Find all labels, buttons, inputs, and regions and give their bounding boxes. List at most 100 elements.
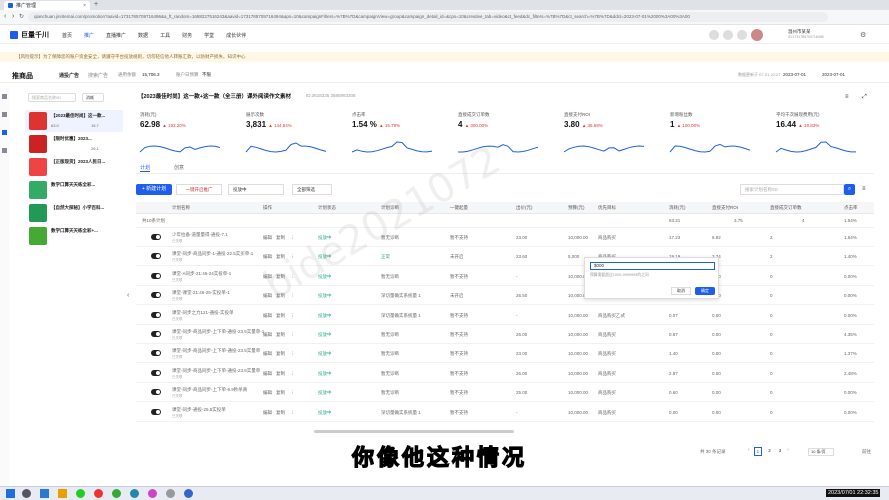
nav-item-0[interactable]: 首页: [62, 32, 72, 39]
back-icon[interactable]: ‹: [4, 13, 6, 20]
status-toggle[interactable]: [151, 311, 161, 318]
nav-item-4[interactable]: 工具: [160, 32, 170, 39]
table-row[interactable]: 课堂-同步-通投-25.5实投单 编辑 复制 ⋮ 投放中 深切量确实系统量 1 暂不支持 - 1…: [136, 403, 874, 422]
column-header-10[interactable]: 直接成交订单数: [770, 205, 802, 211]
product-list-item[interactable]: 数学口算天天练全彩...: [25, 179, 123, 201]
collapse-icon[interactable]: ‹: [127, 292, 129, 299]
status-toggle[interactable]: [151, 331, 161, 337]
nav-item-7[interactable]: 成长伙伴: [226, 32, 246, 39]
copy-link[interactable]: 复制: [276, 371, 285, 377]
reload-icon[interactable]: ↻: [19, 13, 24, 20]
budget-input[interactable]: $000: [590, 262, 715, 270]
copy-link[interactable]: 复制: [276, 410, 285, 416]
more-icon[interactable]: ⋮: [290, 313, 295, 319]
app-icon-1[interactable]: [40, 489, 49, 498]
chrome-icon[interactable]: [76, 489, 85, 498]
forward-icon[interactable]: ›: [12, 13, 14, 20]
page-2[interactable]: 2: [766, 447, 773, 456]
more-icon[interactable]: ⋮: [290, 410, 295, 416]
tab-plan[interactable]: 计划: [140, 164, 151, 172]
column-header-8[interactable]: 消耗(元): [669, 205, 686, 211]
folder-icon[interactable]: [58, 489, 67, 498]
cancel-button[interactable]: 取消: [671, 287, 691, 295]
table-row[interactable]: 课堂-A同步-21:46-24实投单-1 编辑 复制 ⋮ 投放中 暂无诊断 暂不支持 -10,…: [136, 267, 874, 286]
app-icon-5[interactable]: [166, 489, 175, 498]
copy-link[interactable]: 复制: [276, 235, 285, 241]
new-plan-button[interactable]: + 新建计划: [136, 184, 172, 195]
table-row[interactable]: 课堂-同步之力121-通投-实投单 编辑 复制 ⋮ 投放中 深切量确实系统量 1 暂不支持 -…: [136, 306, 874, 325]
budget-value[interactable]: 不限: [202, 72, 211, 78]
metric-card[interactable]: 新增粉丝数 1 ▲ 100.00%: [669, 112, 770, 158]
nav-item-6[interactable]: 学堂: [204, 32, 214, 39]
metric-card[interactable]: 点击率 1.54 % ▲ 15.79%: [351, 112, 452, 158]
table-row[interactable]: 课堂-同步-商品同步-上下单-通投-23.5实量单 编辑 复制 ⋮ 投放中 暂无诊断 暂不支…: [136, 344, 874, 364]
metric-card[interactable]: 消耗(元) 62.98 ▲ 193.20%: [139, 112, 240, 158]
page-size-select[interactable]: 10 条/页: [808, 448, 834, 456]
copy-link[interactable]: 复制: [276, 332, 285, 338]
nav-item-5[interactable]: 财务: [182, 32, 192, 39]
tiktok-icon[interactable]: [2, 148, 7, 153]
edit-link[interactable]: 编辑: [263, 332, 272, 338]
tab-tongtou[interactable]: 通投广告: [59, 72, 79, 79]
table-row[interactable]: 课堂-同步-商品同步-1-通投-22.5实买单-1 编辑 复制 ⋮ 投放中 正常 未开启 23…: [136, 247, 874, 267]
columns-icon[interactable]: ≡: [862, 186, 866, 192]
metric-card[interactable]: 平均千次展现费用(元) 16.44 ▲ 19.83%: [775, 112, 876, 158]
prev-page-icon[interactable]: ‹: [748, 447, 750, 456]
edit-link[interactable]: 编辑: [263, 313, 272, 319]
rail-icon-3[interactable]: [2, 130, 7, 135]
table-row[interactable]: 课堂-课堂-21:46-25-实投单-1 编辑 复制 ⋮ 投放中 深切量确实系统量 1 未开…: [136, 286, 874, 306]
app-icon-2[interactable]: [112, 489, 121, 498]
browser-tab[interactable]: 推广管理 ×: [4, 1, 90, 10]
column-header-5[interactable]: 出价(元): [516, 205, 533, 211]
metric-card[interactable]: 展示次数 3,831 ▲ 144.64%: [245, 112, 346, 158]
app-icon-3[interactable]: [130, 489, 139, 498]
edit-link[interactable]: 编辑: [263, 351, 272, 357]
horizontal-scrollbar[interactable]: [314, 430, 514, 433]
page-1[interactable]: 1: [753, 447, 763, 456]
new-tab-icon[interactable]: +: [94, 1, 98, 8]
more-icon[interactable]: ⋮: [290, 351, 295, 357]
tab-creative[interactable]: 创意: [174, 164, 184, 171]
product-list-item[interactable]: 【正版现货】2023人民日...: [25, 156, 123, 178]
status-toggle[interactable]: [151, 389, 161, 396]
copy-link[interactable]: 复制: [276, 313, 285, 319]
start-icon[interactable]: [6, 489, 15, 498]
metric-card[interactable]: 直接支付ROI 3.80 ▲ 36.69%: [563, 112, 664, 158]
rail-icon-1[interactable]: [2, 94, 7, 99]
product-sort-select[interactable]: 消耗: [82, 93, 104, 102]
app-icon-4[interactable]: [148, 489, 157, 498]
copy-link[interactable]: 复制: [276, 390, 285, 396]
search-taskbar-icon[interactable]: [22, 489, 31, 498]
more-icon[interactable]: ⋮: [290, 390, 295, 396]
search-icon[interactable]: ⌕: [844, 184, 855, 195]
menu-icon[interactable]: ≡: [845, 94, 849, 100]
product-list-item[interactable]: 【限时优惠】2023... 26.1: [25, 133, 123, 155]
close-icon[interactable]: ×: [83, 3, 86, 9]
status-toggle[interactable]: [151, 234, 161, 240]
status-toggle[interactable]: [151, 292, 161, 299]
status-select[interactable]: 投放中: [228, 184, 284, 195]
status-toggle[interactable]: [151, 272, 161, 279]
edit-link[interactable]: 编辑: [263, 410, 272, 416]
column-header-2[interactable]: 计划状态: [318, 205, 336, 211]
table-row[interactable]: 课堂-同步-商品同步-上下单-9.9秒杀真 编辑 复制 ⋮ 投放中 暂无诊断 暂不支持 25.…: [136, 383, 874, 403]
app-icon-6[interactable]: [184, 489, 193, 498]
date-to[interactable]: 2023-07-01: [822, 72, 845, 77]
table-row[interactable]: 课堂-同步-商品同步-上下单-通投-23.5实量单-1 编辑 复制 ⋮ 投放中 暂无诊断 暂…: [136, 325, 874, 344]
tab-search-ads[interactable]: 搜索广告: [88, 72, 108, 79]
column-header-11[interactable]: 点击率: [844, 205, 858, 211]
browser-icon[interactable]: [94, 489, 103, 498]
status-toggle[interactable]: [151, 369, 161, 376]
status-toggle[interactable]: [151, 350, 161, 357]
product-search-input[interactable]: 搜索商品名称/ID: [28, 93, 76, 102]
product-list-item[interactable]: 数学口算天天练全彩+...: [25, 225, 123, 247]
next-page-icon[interactable]: ›: [787, 447, 789, 456]
mode-select[interactable]: 推商品: [12, 71, 33, 81]
batch-start-button[interactable]: 一键开启推广: [176, 184, 222, 195]
column-header-0[interactable]: 计划名称: [172, 205, 190, 211]
rail-icon-2[interactable]: [2, 112, 7, 117]
more-icon[interactable]: ⋮: [290, 371, 295, 377]
avatar[interactable]: [751, 29, 763, 41]
status-toggle[interactable]: [151, 408, 161, 415]
nav-item-2[interactable]: 直播推广: [106, 32, 126, 39]
